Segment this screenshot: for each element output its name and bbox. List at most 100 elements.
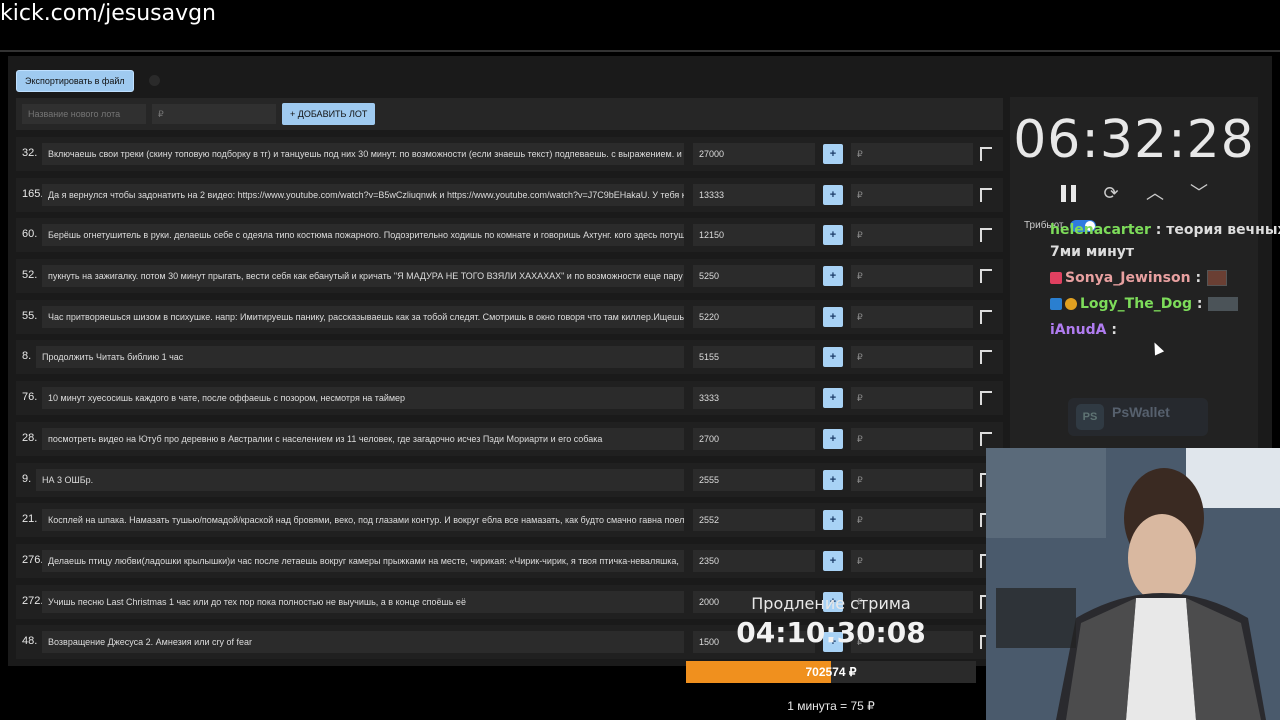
lot-add-input[interactable]: ₽ xyxy=(851,549,973,572)
lot-handle-icon[interactable] xyxy=(980,187,992,202)
add-amount-button[interactable]: + xyxy=(823,306,843,327)
lot-number: 21. xyxy=(22,513,38,526)
lot-amount[interactable]: 5220 xyxy=(693,305,815,328)
lot-description[interactable]: Включаешь свои треки (скину топовую подб… xyxy=(42,143,684,165)
lot-amount[interactable]: 2555 xyxy=(693,468,815,491)
donation-progress: 702574 ₽ xyxy=(686,661,976,683)
lot-add-input[interactable]: ₽ xyxy=(851,183,973,206)
lot-number: 76. xyxy=(22,391,38,404)
lot-number: 165. xyxy=(22,187,44,200)
lot-description[interactable]: Косплей на шпака. Намазать тушью/помадой… xyxy=(42,509,684,532)
add-amount-button[interactable]: + xyxy=(823,144,843,164)
lot-number: 272. xyxy=(22,594,44,607)
lot-amount[interactable]: 5155 xyxy=(693,346,815,369)
extension-title: Продление стрима xyxy=(751,594,911,613)
badge-icon xyxy=(1050,272,1062,284)
lot-row: 8. Продолжить Читать библию 1 час 5155 + ₽ xyxy=(16,337,1003,378)
lot-amount[interactable]: 3333 xyxy=(693,387,815,410)
add-amount-button[interactable]: + xyxy=(823,184,843,205)
lot-handle-icon[interactable] xyxy=(980,431,992,446)
lot-add-input[interactable]: ₽ xyxy=(851,265,973,288)
chat-message: 7ми минут xyxy=(1050,244,1134,260)
lot-add-input[interactable]: ₽ xyxy=(851,427,973,450)
chat-message: Sonya_Jewinson : xyxy=(1050,270,1228,286)
add-amount-button[interactable]: + xyxy=(823,550,843,571)
lot-row: 28. посмотреть видео на Ютуб про деревню … xyxy=(16,419,1003,460)
lot-amount[interactable]: 2700 xyxy=(693,427,815,450)
lot-row: 276. Делаешь птицу любви(ладошки крылышки… xyxy=(16,541,1003,582)
chevron-up-icon[interactable]: ︿ xyxy=(1144,182,1166,204)
chat-overlay: helenacarter : теория вечных 7ми минут S… xyxy=(1046,220,1280,360)
lot-handle-icon[interactable] xyxy=(980,228,992,243)
lot-description[interactable]: Возвращение Джесуса 2. Амнезия или cry o… xyxy=(42,631,684,654)
chevron-down-icon[interactable]: ﹀ xyxy=(1188,182,1210,204)
lot-add-input[interactable]: ₽ xyxy=(851,509,973,532)
divider xyxy=(0,50,1280,52)
lot-row: 9. НА 3 ОШБр. 2555 + ₽ xyxy=(16,460,1003,501)
lot-description[interactable]: НА 3 ОШБр. xyxy=(36,468,684,491)
lot-handle-icon[interactable] xyxy=(980,147,992,161)
lot-amount[interactable]: 2350 xyxy=(693,549,815,572)
lot-row: 52. пукнуть на зажигалку. потом 30 минут … xyxy=(16,256,1003,297)
wallet-logo: PS PsWallet xyxy=(1068,398,1208,436)
rate-text: 1 минута = 75 ₽ xyxy=(787,699,875,713)
pause-icon[interactable] xyxy=(1061,185,1077,202)
lot-list: 32. Включаешь свои треки (скину топовую п… xyxy=(16,134,1003,663)
new-lot-price-input[interactable] xyxy=(152,104,276,124)
lot-handle-icon[interactable] xyxy=(980,391,992,406)
lot-description[interactable]: Учишь песню Last Christmas 1 час или до … xyxy=(42,590,684,613)
lot-handle-icon[interactable] xyxy=(980,269,992,284)
chat-text: теория вечных xyxy=(1166,222,1280,238)
chat-username: Logy_The_Dog xyxy=(1080,296,1192,312)
lot-description[interactable]: Час притворяешься шизом в психушке. напр… xyxy=(42,305,684,328)
lot-add-input[interactable]: ₽ xyxy=(851,305,973,328)
add-amount-button[interactable]: + xyxy=(823,469,843,490)
lot-amount[interactable]: 2552 xyxy=(693,509,815,532)
lot-row: 21. Косплей на шпака. Намазать тушью/пома… xyxy=(16,500,1003,541)
donation-total: 702574 ₽ xyxy=(805,665,857,679)
lot-row: 165. Да я вернулся чтобы задонатить на 2 … xyxy=(16,175,1003,216)
lot-description[interactable]: Да я вернулся чтобы задонатить на 2 виде… xyxy=(42,183,684,206)
webcam-feed xyxy=(986,448,1280,720)
add-amount-button[interactable]: + xyxy=(823,225,843,246)
lot-add-input[interactable]: ₽ xyxy=(851,387,973,410)
lot-description[interactable]: Делаешь птицу любви(ладошки крылышки)и ч… xyxy=(42,549,684,572)
emote-icon xyxy=(1207,270,1228,286)
lot-description[interactable]: 10 минут хуесосишь каждого в чате, после… xyxy=(42,387,684,410)
lot-add-input[interactable]: ₽ xyxy=(851,346,973,369)
lot-handle-icon[interactable] xyxy=(980,309,992,324)
lot-number: 32. xyxy=(22,147,38,159)
add-amount-button[interactable]: + xyxy=(823,266,843,287)
chat-username: iAnudA xyxy=(1050,322,1107,338)
add-amount-button[interactable]: + xyxy=(823,428,843,449)
lot-add-input[interactable]: ₽ xyxy=(851,143,973,165)
badge-icon xyxy=(1050,298,1062,310)
add-amount-button[interactable]: + xyxy=(823,388,843,409)
chat-username: helenacarter xyxy=(1050,222,1151,238)
lot-description[interactable]: посмотреть видео на Ютуб про деревню в А… xyxy=(42,427,684,450)
lot-amount[interactable]: 27000 xyxy=(693,143,815,165)
lot-add-input[interactable]: ₽ xyxy=(851,468,973,491)
lot-amount[interactable]: 5250 xyxy=(693,265,815,288)
lot-amount[interactable]: 12150 xyxy=(693,224,815,247)
webcam-image xyxy=(986,448,1280,720)
chat-message: helenacarter : теория вечных xyxy=(1050,222,1280,238)
lot-handle-icon[interactable] xyxy=(980,350,992,365)
lot-description[interactable]: Продолжить Читать библию 1 час xyxy=(36,346,684,369)
wallet-icon: PS xyxy=(1076,404,1104,430)
new-lot-name-input[interactable] xyxy=(22,104,146,124)
lot-number: 28. xyxy=(22,431,38,444)
lot-row: 60. Берёшь огнетушитель в руки. делаешь с… xyxy=(16,215,1003,256)
add-amount-button[interactable]: + xyxy=(823,347,843,368)
export-button[interactable]: Экспортировать в файл xyxy=(16,70,134,92)
extension-timer: 04:10:30:08 xyxy=(736,616,926,649)
add-amount-button[interactable]: + xyxy=(823,510,843,531)
add-lot-button[interactable]: + ДОБАВИТЬ ЛОТ xyxy=(282,103,376,125)
reset-icon[interactable]: ⟳ xyxy=(1100,182,1122,204)
lot-description[interactable]: Берёшь огнетушитель в руки. делаешь себе… xyxy=(42,224,684,247)
lot-number: 8. xyxy=(22,350,32,363)
lot-amount[interactable]: 13333 xyxy=(693,183,815,206)
lot-add-input[interactable]: ₽ xyxy=(851,224,973,247)
lot-description[interactable]: пукнуть на зажигалку. потом 30 минут пры… xyxy=(42,265,684,288)
stream-url: kick.com/jesusavgn xyxy=(0,1,217,26)
